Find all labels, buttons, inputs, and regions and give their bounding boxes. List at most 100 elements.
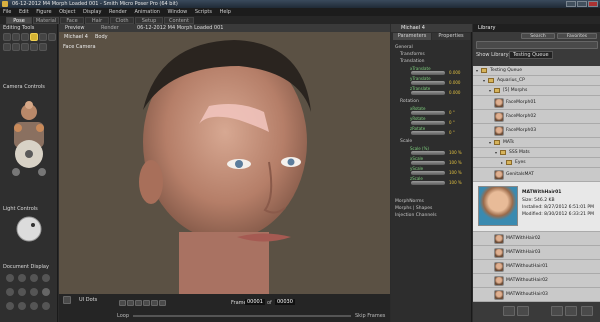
x-rotate-value[interactable]: 0 ° [449,110,455,115]
scale-tool-icon[interactable] [39,33,47,41]
direct-manipulation-tool-icon[interactable] [39,43,47,51]
menu-scripts[interactable]: Scripts [192,8,215,16]
x-translate-value[interactable]: 0.000 [449,70,460,75]
selected-library-item[interactable]: MATWithHair01 Size: 546.2 KB Installed: … [473,182,600,232]
menu-edit[interactable]: Edit [16,8,32,16]
grouping-tool-icon[interactable] [21,43,29,51]
stop-icon[interactable] [135,300,142,306]
x-translate-dial[interactable] [411,71,445,75]
skip-to-start-icon[interactable] [119,300,126,306]
collapse-caret-icon[interactable]: ▾ [495,150,497,155]
list-item[interactable]: MATWithoutHair02 [473,274,600,288]
tab-search[interactable]: Search [521,33,555,39]
expand-caret-icon[interactable]: ▸ [501,160,503,165]
skip-frames-label[interactable]: Skip Frames [355,313,385,319]
skip-to-end-icon[interactable] [159,300,166,306]
step-forward-icon[interactable] [151,300,158,306]
menu-help[interactable]: Help [217,8,234,16]
play-icon[interactable] [143,300,150,306]
library-menu-icon[interactable] [581,306,593,316]
tab-parameters[interactable]: Parameters [393,33,431,40]
apply-check-icon[interactable] [503,306,515,316]
z-scale-value[interactable]: 100 % [449,180,462,185]
light-sphere-icon[interactable] [14,214,44,244]
collapse-caret-icon[interactable]: ▾ [483,78,485,83]
tab-hair[interactable]: Hair [85,17,109,24]
loop-label[interactable]: Loop [117,313,129,319]
close-button[interactable] [588,1,598,7]
list-item[interactable]: MATWithoutHair03 [473,288,600,302]
chain-break-tool-icon[interactable] [3,43,11,51]
list-item[interactable]: FaceMorph01 [473,96,600,110]
group-transforms[interactable]: Transforms [400,51,425,58]
maximize-button[interactable] [577,1,587,7]
add-to-library-icon[interactable] [551,306,563,316]
scale-dial[interactable] [411,151,445,155]
list-item[interactable]: ▾ MATs [473,138,600,148]
ui-dots-toggle-icon[interactable] [63,296,71,304]
y-scale-dial[interactable] [411,171,445,175]
y-rotate-value[interactable]: 0 ° [449,120,455,125]
z-translate-dial[interactable] [411,91,445,95]
z-translate-value[interactable]: 0.000 [449,90,460,95]
tab-favorites[interactable]: Favorites [557,33,597,39]
remove-from-library-icon[interactable] [565,306,577,316]
library-category-icons[interactable] [476,41,598,49]
group-general[interactable]: General [395,44,413,51]
tab-preview[interactable]: Preview [65,25,84,31]
x-scale-dial[interactable] [411,161,445,165]
list-item[interactable]: MATWithHair02 [473,232,600,246]
z-rotate-dial[interactable] [411,131,445,135]
twist-tool-icon[interactable] [12,33,20,41]
list-item[interactable]: ▾ Testing Queue [473,66,600,76]
camera-controls-widget[interactable] [6,94,52,194]
minimize-button[interactable] [566,1,576,7]
tab-material[interactable]: Material [33,17,59,24]
document-viewport[interactable]: Preview Render 06-12-2012 M4 Morph Loade… [59,24,390,294]
group-injection-channels[interactable]: Injection Channels [395,212,437,219]
x-rotate-dial[interactable] [411,111,445,115]
y-scale-value[interactable]: 100 % [449,170,462,175]
x-scale-value[interactable]: 100 % [449,160,462,165]
scale-value[interactable]: 100 % [449,150,462,155]
apply-double-check-icon[interactable] [517,306,529,316]
group-translation[interactable]: Translation [400,58,425,65]
menu-display[interactable]: Display [80,8,104,16]
list-item[interactable]: ▾ SSS Mats [473,148,600,158]
menu-render[interactable]: Render [106,8,130,16]
list-item[interactable]: MATWithoutHair01 [473,260,600,274]
menu-animation[interactable]: Animation [131,8,163,16]
tab-pose[interactable]: Pose [6,17,32,24]
list-item[interactable]: GenitalsMAT [473,168,600,182]
morph-brush-tool-icon[interactable] [30,33,38,41]
step-back-icon[interactable] [127,300,134,306]
menu-file[interactable]: File [0,8,14,16]
translate-tool-icon[interactable] [21,33,29,41]
tab-render[interactable]: Render [101,25,119,31]
list-item[interactable]: ▸ Eyes [473,158,600,168]
group-morph-norms[interactable]: MorphNorms [395,198,424,205]
rotate-tool-icon[interactable] [3,33,11,41]
timeline-scrubber[interactable] [133,315,351,317]
current-frame-field[interactable]: 00001 [245,299,265,305]
list-item[interactable]: FaceMorph02 [473,110,600,124]
z-rotate-value[interactable]: 0 ° [449,130,455,135]
collapse-caret-icon[interactable]: ▾ [476,68,478,73]
y-translate-value[interactable]: 0.000 [449,80,460,85]
group-scale[interactable]: Scale [400,138,412,145]
tab-face[interactable]: Face [60,17,84,24]
tab-properties[interactable]: Properties [432,33,470,40]
group-rotation[interactable]: Rotation [400,98,419,105]
tab-cloth[interactable]: Cloth [110,17,134,24]
display-style-buttons[interactable] [4,272,54,320]
list-item[interactable]: ▾ Aquarius_CP [473,76,600,86]
list-item[interactable]: MATWithHair03 [473,246,600,260]
menu-object[interactable]: Object [56,8,78,16]
list-item[interactable]: ▾ [5] Morphs [473,86,600,96]
y-rotate-dial[interactable] [411,121,445,125]
total-frames-field[interactable]: 00030 [275,299,295,305]
view-magnifier-tool-icon[interactable] [30,43,38,51]
taper-tool-icon[interactable] [48,33,56,41]
collapse-caret-icon[interactable]: ▾ [489,140,491,145]
z-scale-dial[interactable] [411,181,445,185]
